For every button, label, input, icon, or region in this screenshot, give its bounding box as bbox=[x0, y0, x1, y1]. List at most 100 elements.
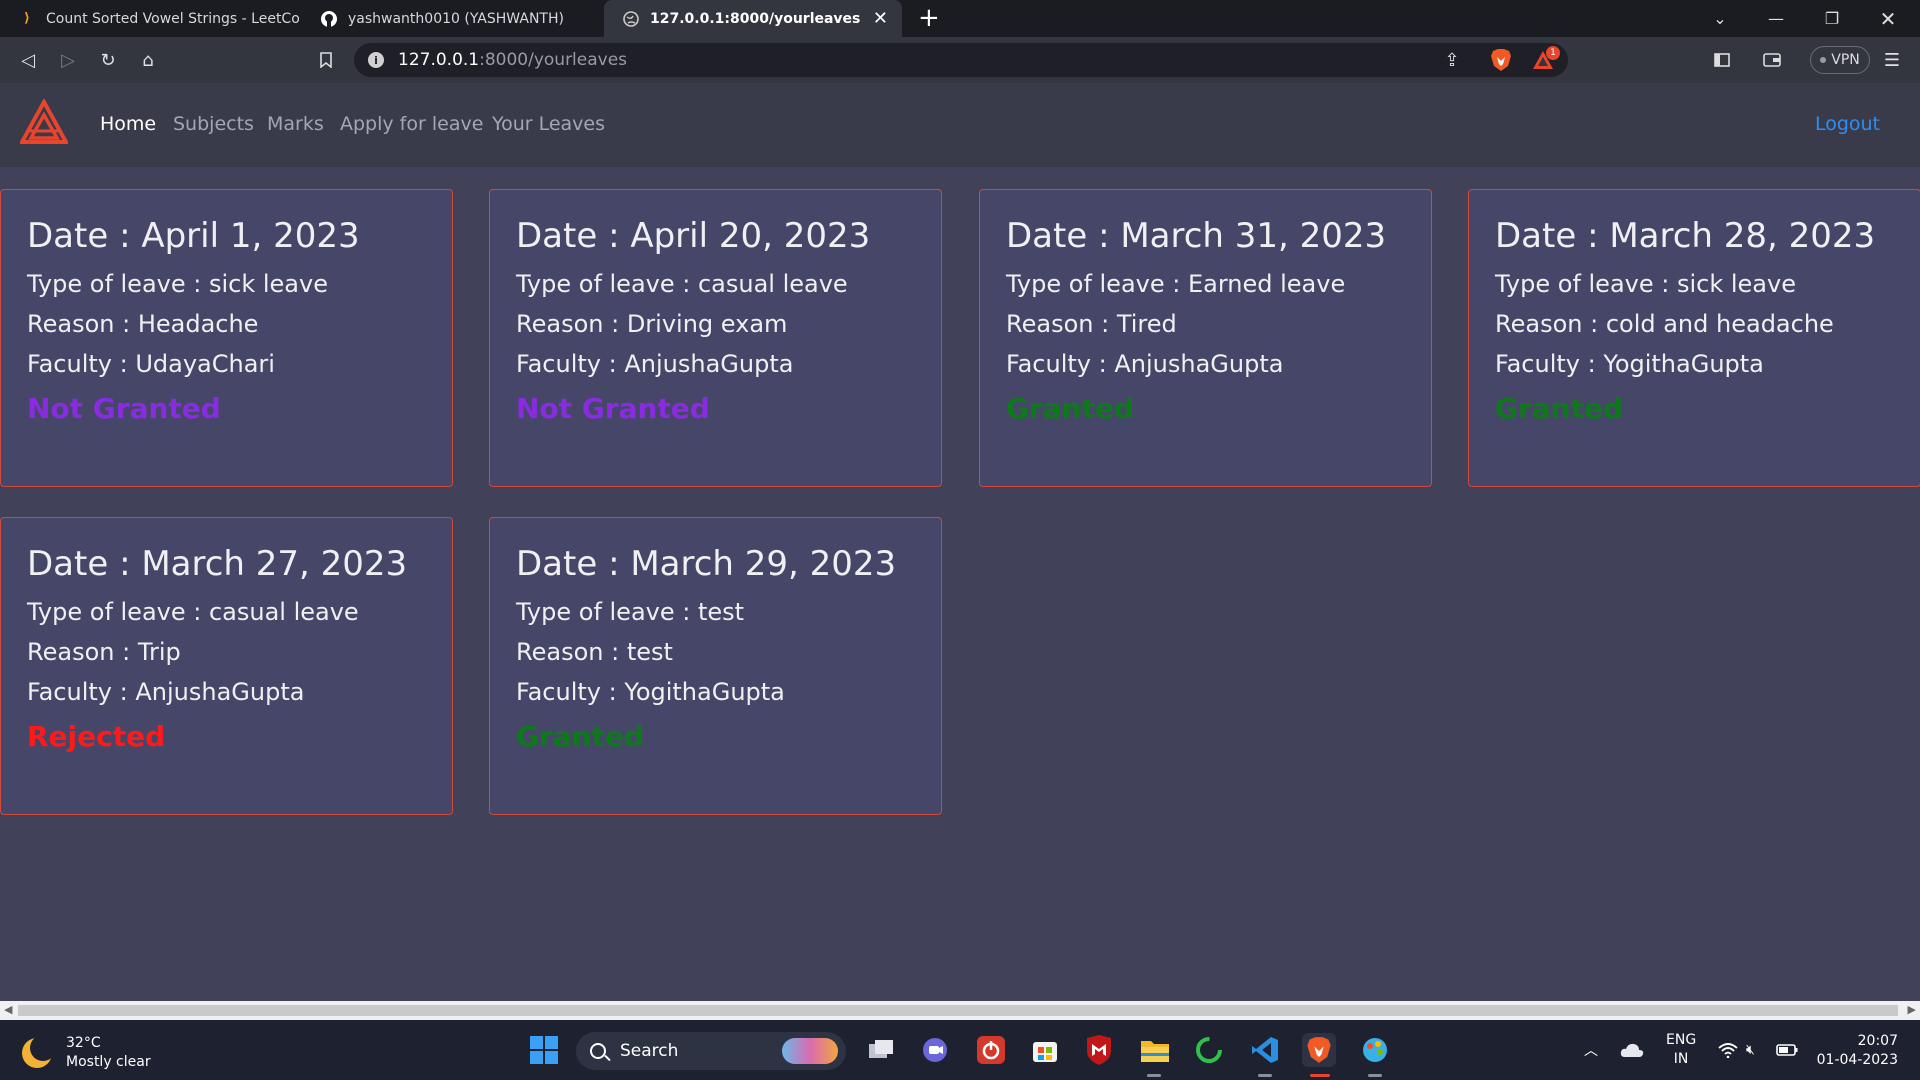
back-icon[interactable]: ◁ bbox=[14, 46, 42, 74]
leave-date: Date : March 29, 2023 bbox=[516, 544, 897, 584]
sidebar-icon[interactable] bbox=[1708, 46, 1736, 74]
active-indicator bbox=[1310, 1074, 1330, 1077]
leave-status: Rejected bbox=[27, 720, 166, 753]
clock-time: 20:07 bbox=[1857, 1033, 1898, 1049]
volume-muted-icon[interactable]: 🔇︎ bbox=[1746, 1020, 1755, 1080]
language-indicator[interactable]: ENG IN bbox=[1666, 1020, 1696, 1080]
leave-type: Type of leave : sick leave bbox=[27, 270, 328, 298]
running-indicator bbox=[1258, 1074, 1272, 1077]
search-highlight-icon bbox=[782, 1038, 838, 1064]
battery-icon[interactable] bbox=[1776, 1020, 1798, 1080]
leave-reason: Reason : Driving exam bbox=[516, 310, 788, 338]
leave-reason: Reason : cold and headache bbox=[1495, 310, 1834, 338]
mcafee-icon[interactable] bbox=[1082, 1033, 1116, 1067]
close-window-button[interactable]: ✕ bbox=[1860, 0, 1916, 37]
wallet-icon[interactable] bbox=[1758, 46, 1786, 74]
leave-card: Date : March 31, 2023 Type of leave : Ea… bbox=[979, 189, 1432, 487]
new-tab-button[interactable]: + bbox=[918, 4, 940, 32]
leave-faculty: Faculty : AnjushaGupta bbox=[27, 678, 305, 706]
tab-leetcode[interactable]: ⟩ Count Sorted Vowel Strings - LeetCode bbox=[0, 0, 300, 37]
url-path: :8000/yourleaves bbox=[479, 50, 628, 70]
share-icon[interactable]: ⇪ bbox=[1438, 46, 1466, 74]
tab-yourleaves[interactable]: 127.0.0.1:8000/yourleaves ✕ bbox=[604, 0, 902, 37]
menu-icon[interactable]: ☰ bbox=[1878, 46, 1906, 74]
leave-date: Date : March 27, 2023 bbox=[27, 544, 408, 584]
system-clock[interactable]: 20:07 01-04-2023 bbox=[1817, 1032, 1898, 1070]
restore-button[interactable]: ❐ bbox=[1804, 0, 1860, 37]
nav-your-leaves-link[interactable]: Your Leaves bbox=[492, 113, 605, 135]
microsoft-store-icon[interactable] bbox=[1028, 1033, 1062, 1067]
search-label: Search bbox=[620, 1041, 679, 1061]
show-hidden-icons-chevron[interactable]: ︿ bbox=[1584, 1020, 1598, 1080]
reload-icon[interactable]: ↻ bbox=[94, 46, 122, 74]
app-navbar: Home Subjects Marks Apply for leave Your… bbox=[0, 83, 1920, 167]
leave-card: Date : April 20, 2023 Type of leave : ca… bbox=[489, 189, 942, 487]
teams-chat-icon[interactable] bbox=[918, 1033, 952, 1067]
leave-status: Granted bbox=[516, 720, 645, 753]
brave-taskbar-icon[interactable] bbox=[1302, 1033, 1336, 1067]
taskbar-search[interactable]: Search bbox=[576, 1032, 846, 1070]
leave-date: Date : March 31, 2023 bbox=[1006, 216, 1387, 256]
leave-card: Date : April 1, 2023 Type of leave : sic… bbox=[0, 189, 453, 487]
nav-home-link[interactable]: Home bbox=[100, 113, 156, 135]
close-tab-icon[interactable]: ✕ bbox=[873, 8, 888, 29]
nav-marks-link[interactable]: Marks bbox=[267, 113, 324, 135]
refresh-app-icon[interactable] bbox=[1192, 1033, 1226, 1067]
power-app-icon[interactable] bbox=[974, 1033, 1008, 1067]
clock-date: 01-04-2023 bbox=[1816, 1052, 1898, 1068]
tab-title: 127.0.0.1:8000/yourleaves bbox=[650, 10, 861, 27]
forward-icon[interactable]: ▷ bbox=[54, 46, 82, 74]
leave-card: Date : March 29, 2023 Type of leave : te… bbox=[489, 517, 942, 815]
weather-temp: 32°C bbox=[66, 1035, 101, 1051]
leave-card: Date : March 28, 2023 Type of leave : si… bbox=[1468, 189, 1920, 487]
leave-type: Type of leave : sick leave bbox=[1495, 270, 1796, 298]
taskbar: 32°C Mostly clear Search ︿ ENG IN 🔇︎ 20:… bbox=[0, 1020, 1920, 1080]
nav-subjects-link[interactable]: Subjects bbox=[173, 113, 254, 135]
lang-top: ENG bbox=[1666, 1032, 1697, 1048]
notification-badge: 1 bbox=[1546, 46, 1560, 60]
leave-type: Type of leave : Earned leave bbox=[1006, 270, 1346, 298]
leave-status: Granted bbox=[1495, 392, 1624, 425]
github-icon bbox=[320, 10, 338, 28]
vscode-icon[interactable] bbox=[1248, 1033, 1282, 1067]
onedrive-cloud-icon[interactable] bbox=[1620, 1020, 1644, 1080]
leave-faculty: Faculty : UdayaChari bbox=[27, 350, 275, 378]
tab-title: yashwanth0010 (YASHWANTH) bbox=[348, 10, 564, 27]
scroll-right-arrow-icon[interactable]: ▶ bbox=[1908, 1003, 1916, 1016]
leave-faculty: Faculty : YogithaGupta bbox=[1495, 350, 1764, 378]
vpn-button[interactable]: VPN bbox=[1810, 46, 1870, 74]
app-logo-icon[interactable] bbox=[20, 99, 68, 145]
leave-reason: Reason : Headache bbox=[27, 310, 259, 338]
wifi-icon[interactable] bbox=[1718, 1020, 1738, 1080]
nav-apply-leave-link[interactable]: Apply for leave bbox=[340, 113, 483, 135]
bookmark-icon[interactable] bbox=[312, 46, 340, 74]
address-bar[interactable]: i 127.0.0.1 :8000/yourleaves bbox=[354, 43, 1568, 77]
search-icon bbox=[590, 1043, 606, 1059]
horizontal-scrollbar[interactable]: ◀ ▶ bbox=[0, 1001, 1920, 1020]
leave-faculty: Faculty : YogithaGupta bbox=[516, 678, 785, 706]
site-info-icon[interactable]: i bbox=[368, 52, 384, 68]
windows-start-icon[interactable] bbox=[527, 1033, 561, 1067]
leave-card: Date : March 27, 2023 Type of leave : ca… bbox=[0, 517, 453, 815]
scroll-left-arrow-icon[interactable]: ◀ bbox=[4, 1003, 12, 1016]
browser-toolbar: ◁ ▷ ↻ ⌂ i 127.0.0.1 :8000/yourleaves ⇪ 1… bbox=[0, 37, 1920, 83]
leave-type: Type of leave : casual leave bbox=[27, 598, 359, 626]
vpn-label: VPN bbox=[1831, 52, 1860, 68]
scrollbar-thumb[interactable] bbox=[18, 1005, 1898, 1016]
leave-date: Date : March 28, 2023 bbox=[1495, 216, 1876, 256]
tab-search-chevron-icon[interactable]: ⌄ bbox=[1692, 0, 1748, 37]
task-view-icon[interactable] bbox=[864, 1033, 898, 1067]
running-indicator bbox=[1368, 1074, 1382, 1077]
brave-shields-icon[interactable] bbox=[1490, 48, 1512, 72]
globe-icon bbox=[622, 10, 640, 28]
paint-app-icon[interactable] bbox=[1358, 1033, 1392, 1067]
leave-reason: Reason : Trip bbox=[27, 638, 181, 666]
logout-link[interactable]: Logout bbox=[1815, 113, 1880, 135]
home-icon[interactable]: ⌂ bbox=[134, 46, 162, 74]
file-explorer-icon[interactable] bbox=[1138, 1033, 1172, 1067]
tab-github[interactable]: yashwanth0010 (YASHWANTH) bbox=[302, 0, 602, 37]
vpn-status-dot bbox=[1820, 57, 1827, 63]
minimize-button[interactable]: — bbox=[1748, 0, 1804, 37]
weather-widget[interactable]: 32°C Mostly clear bbox=[22, 1034, 151, 1072]
weather-desc: Mostly clear bbox=[66, 1054, 151, 1070]
